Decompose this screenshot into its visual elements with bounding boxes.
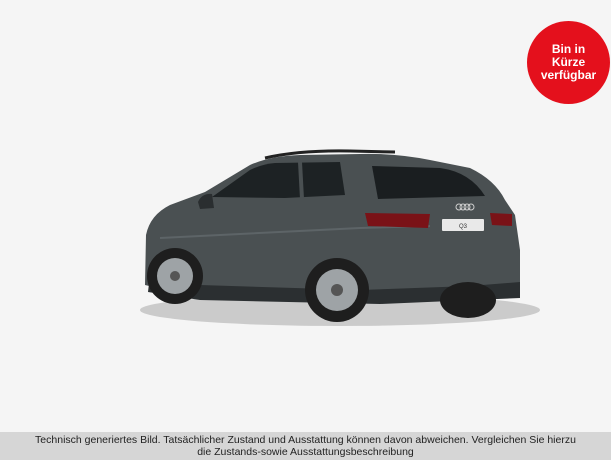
vehicle-front-wheel bbox=[305, 258, 369, 322]
image-disclaimer: Technisch generiertes Bild. Tatsächliche… bbox=[0, 432, 611, 460]
vehicle-photo-area[interactable]: Q3 Bin in Kürze verfügbar bbox=[0, 0, 611, 432]
svg-text:Q3: Q3 bbox=[459, 224, 468, 230]
vehicle-gallery: Q3 Bin in Kürze verfügbar Technisch gene… bbox=[0, 0, 611, 460]
vehicle-rear-wheel bbox=[147, 248, 203, 304]
availability-badge-text: Bin in Kürze verfügbar bbox=[540, 42, 597, 82]
vehicle-tail-light bbox=[365, 213, 430, 228]
vehicle-far-wheel bbox=[440, 282, 496, 318]
availability-badge: Bin in Kürze verfügbar bbox=[527, 21, 610, 104]
vehicle-image: Q3 bbox=[140, 149, 540, 326]
image-disclaimer-text: Technisch generiertes Bild. Tatsächliche… bbox=[35, 434, 576, 458]
